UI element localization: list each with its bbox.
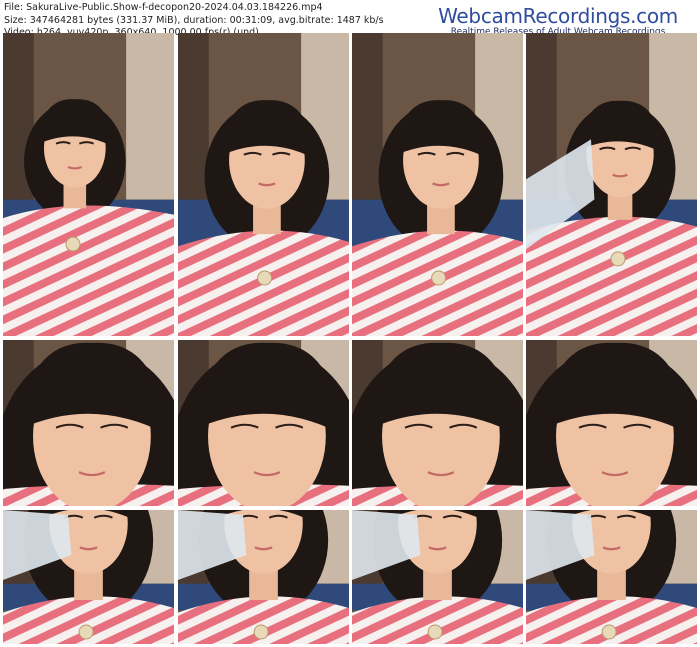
video-thumbnail [3, 510, 174, 644]
video-thumbnail [526, 33, 697, 336]
thumbnail-frame-image [3, 510, 174, 644]
thumbnail-frame-image [526, 510, 697, 644]
video-thumbnail [526, 510, 697, 644]
thumbnail-frame-image [352, 33, 523, 336]
thumbnail-frame-image [352, 340, 523, 506]
file-name-line: File: SakuraLive-Public.Show-f-decopon20… [4, 2, 323, 13]
thumbnail-frame-image [526, 33, 697, 336]
video-thumbnail [352, 33, 523, 336]
thumbnail-frame-image [178, 340, 349, 506]
thumbnail-frame-image [3, 33, 174, 336]
thumbnail-grid [3, 33, 697, 644]
thumbnail-frame-image [178, 510, 349, 644]
video-thumbnail [178, 510, 349, 644]
video-thumbnail [352, 340, 523, 506]
video-thumbnail [178, 340, 349, 506]
file-size-line: Size: 347464281 bytes (331.37 MiB), dura… [4, 14, 384, 26]
thumbnail-frame-image [3, 340, 174, 506]
video-thumbnail [3, 340, 174, 506]
video-thumbnail [178, 33, 349, 336]
video-thumbnail [352, 510, 523, 644]
video-thumbnail [3, 33, 174, 336]
video-thumbnail [526, 340, 697, 506]
thumbnail-frame-image [178, 33, 349, 336]
thumbnail-frame-image [526, 340, 697, 506]
brand-name: WebcamRecordings.com [438, 4, 678, 28]
thumbnail-frame-image [352, 510, 523, 644]
